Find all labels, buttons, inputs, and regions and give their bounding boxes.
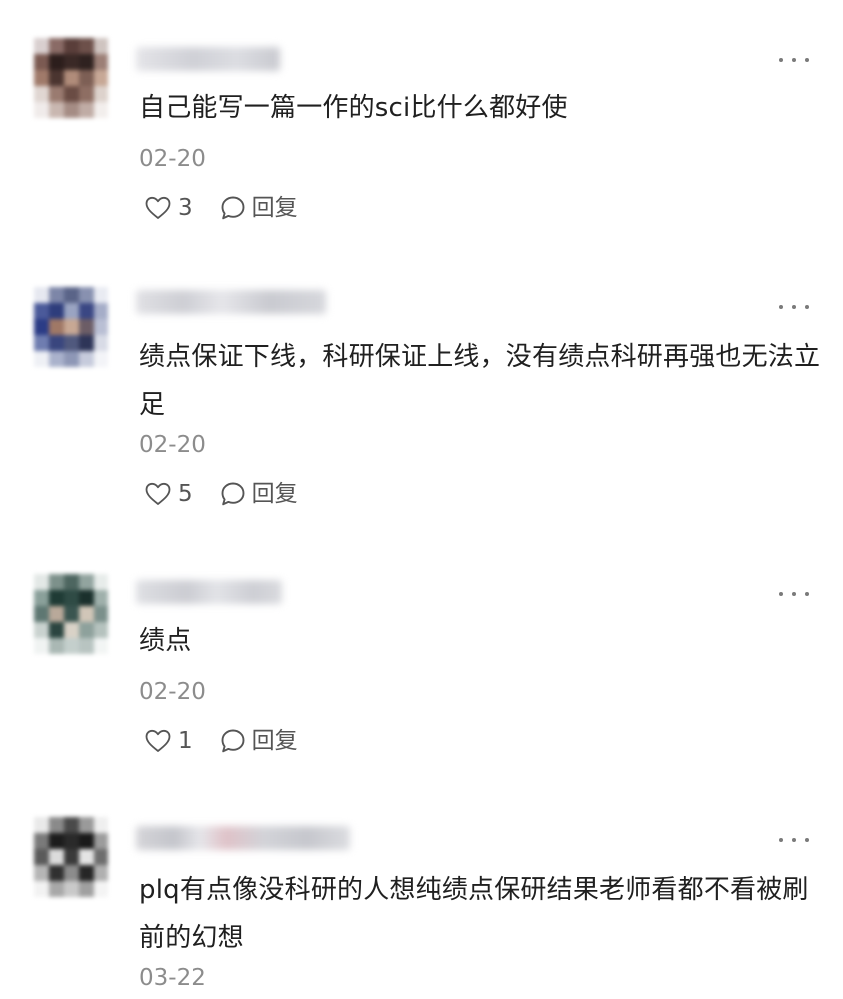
like-button[interactable]: 1 (145, 727, 193, 755)
more-dots-icon[interactable] (779, 300, 809, 314)
speech-bubble-icon (221, 729, 245, 753)
reply-label: 回复 (251, 195, 298, 221)
comment-date: 02-20 (139, 146, 206, 172)
avatar[interactable] (34, 574, 108, 654)
reply-label: 回复 (251, 728, 298, 754)
comment-actions: 5 回复 (145, 479, 298, 509)
avatar[interactable] (34, 38, 108, 118)
comment-date: 02-20 (139, 432, 206, 458)
username-redacted[interactable] (136, 580, 282, 604)
comment-actions: 3 回复 (145, 193, 298, 223)
more-dots-icon[interactable] (779, 53, 809, 67)
username-redacted[interactable] (136, 47, 280, 71)
comment-text: 绩点 (139, 626, 192, 656)
speech-bubble-icon (221, 196, 245, 220)
comment-text: 绩点保证下线，科研保证上线，没有绩点科研再强也无法立足 (139, 342, 821, 420)
comment-actions: 1 回复 (145, 726, 298, 756)
heart-outline-icon (145, 482, 171, 505)
comment-text: 自己能写一篇一作的sci比什么都好使 (139, 93, 568, 123)
heart-outline-icon (145, 196, 171, 219)
comment-date: 03-22 (139, 965, 206, 991)
like-button[interactable]: 5 (145, 480, 193, 508)
like-count: 1 (178, 728, 193, 754)
reply-button[interactable]: 回复 (220, 194, 298, 222)
like-count: 3 (178, 195, 193, 221)
avatar[interactable] (34, 287, 108, 367)
like-count: 5 (178, 481, 193, 507)
username-redacted[interactable] (136, 826, 350, 850)
like-button[interactable]: 3 (145, 194, 193, 222)
reply-button[interactable]: 回复 (220, 727, 298, 755)
comment-date: 02-20 (139, 679, 206, 705)
heart-outline-icon (145, 729, 171, 752)
reply-button[interactable]: 回复 (220, 480, 298, 508)
comment-text: plq有点像没科研的人想纯绩点保研结果老师看都不看被刷前的幻想 (139, 875, 809, 953)
speech-bubble-icon (221, 482, 245, 506)
username-redacted[interactable] (136, 290, 326, 314)
avatar[interactable] (34, 817, 108, 897)
more-dots-icon[interactable] (779, 833, 809, 847)
more-dots-icon[interactable] (779, 587, 809, 601)
reply-label: 回复 (251, 481, 298, 507)
